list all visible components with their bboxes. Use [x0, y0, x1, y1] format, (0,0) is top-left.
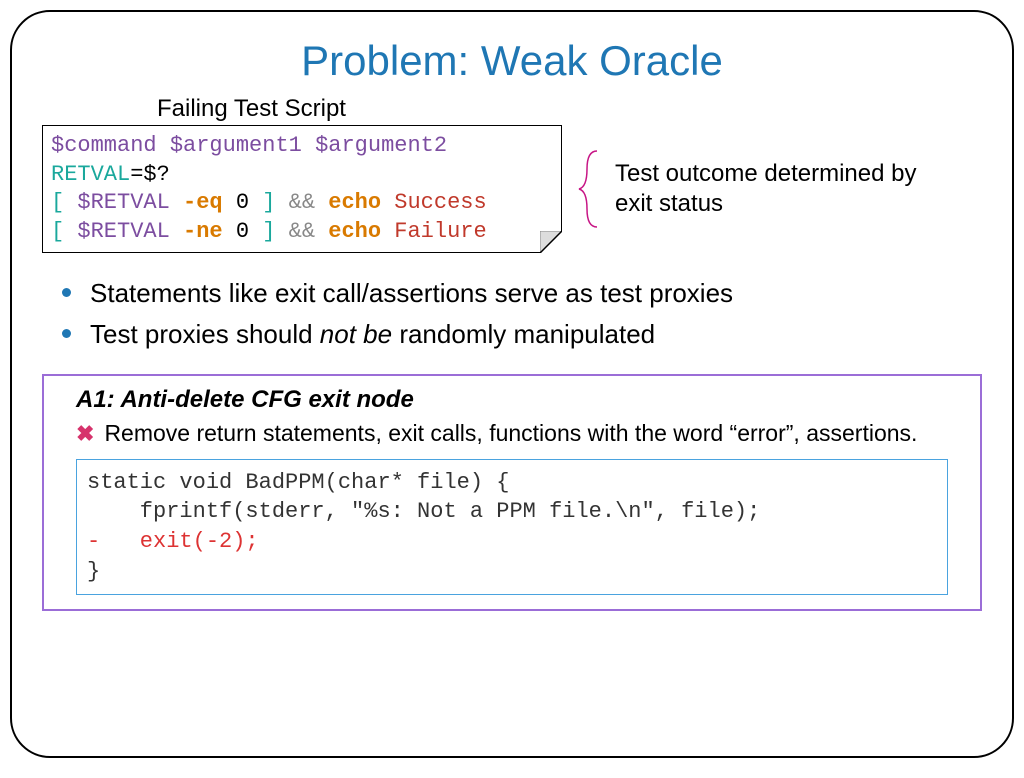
bullet-item-1: Statements like exit call/assertions ser…	[62, 273, 987, 313]
brace-annotation: Test outcome determined by exit status	[577, 149, 955, 229]
echo-kw: echo	[328, 190, 381, 215]
cmd-token: $command	[51, 133, 157, 158]
a1-x-text: Remove return statements, exit calls, fu…	[104, 420, 917, 447]
b2-post: randomly manipulated	[392, 319, 655, 349]
arg2-token: $argument2	[315, 133, 447, 158]
code-line-3-removed: - exit(-2);	[87, 527, 937, 557]
curly-brace-icon	[577, 149, 607, 229]
b2-italic: not be	[320, 319, 392, 349]
retval-ref: $RETVAL	[77, 219, 169, 244]
slide-title: Problem: Weak Oracle	[37, 37, 987, 85]
lbracket: [	[51, 219, 77, 244]
script-row: $command $argument1 $argument2 RETVAL=$?…	[37, 125, 987, 253]
a1-x-line: ✖ Remove return statements, exit calls, …	[76, 420, 968, 449]
success-text: Success	[381, 190, 487, 215]
b2-pre: Test proxies should	[90, 319, 320, 349]
a1-box: A1: Anti-delete CFG exit node ✖ Remove r…	[42, 374, 982, 611]
rbracket: ]	[249, 219, 275, 244]
retval-token: RETVAL	[51, 162, 130, 187]
bullet-list: Statements like exit call/assertions ser…	[62, 273, 987, 354]
rbracket: ]	[249, 190, 275, 215]
arg1-token: $argument1	[170, 133, 302, 158]
script-line-1: $command $argument1 $argument2	[51, 132, 553, 161]
dollar-q-token: $?	[143, 162, 169, 187]
echo-kw: echo	[328, 219, 381, 244]
lbracket: [	[51, 190, 77, 215]
eq-op: -eq	[170, 190, 236, 215]
script-line-3: [ $RETVAL -eq 0 ] && echo Success	[51, 189, 553, 218]
zero: 0	[236, 190, 249, 215]
ne-op: -ne	[170, 219, 236, 244]
amp: &&	[275, 219, 328, 244]
zero: 0	[236, 219, 249, 244]
annotation-text: Test outcome determined by exit status	[615, 159, 955, 219]
retval-ref: $RETVAL	[77, 190, 169, 215]
amp: &&	[275, 190, 328, 215]
x-mark-icon: ✖	[76, 420, 94, 449]
failure-text: Failure	[381, 219, 487, 244]
script-subheading: Failing Test Script	[157, 95, 987, 123]
failing-test-script-box: $command $argument1 $argument2 RETVAL=$?…	[42, 125, 562, 253]
code-line-1: static void BadPPM(char* file) {	[87, 468, 937, 498]
script-line-2: RETVAL=$?	[51, 161, 553, 190]
page-fold-icon	[540, 231, 562, 253]
script-line-4: [ $RETVAL -ne 0 ] && echo Failure	[51, 218, 553, 247]
bullet-item-2: Test proxies should not be randomly mani…	[62, 314, 987, 354]
code-block-badppm: static void BadPPM(char* file) { fprintf…	[76, 459, 948, 596]
a1-title: A1: Anti-delete CFG exit node	[76, 386, 968, 414]
code-line-2: fprintf(stderr, "%s: Not a PPM file.\n",…	[87, 497, 937, 527]
slide-frame: Problem: Weak Oracle Failing Test Script…	[10, 10, 1014, 758]
code-line-4: }	[87, 557, 937, 587]
eq-token: =	[130, 162, 143, 187]
